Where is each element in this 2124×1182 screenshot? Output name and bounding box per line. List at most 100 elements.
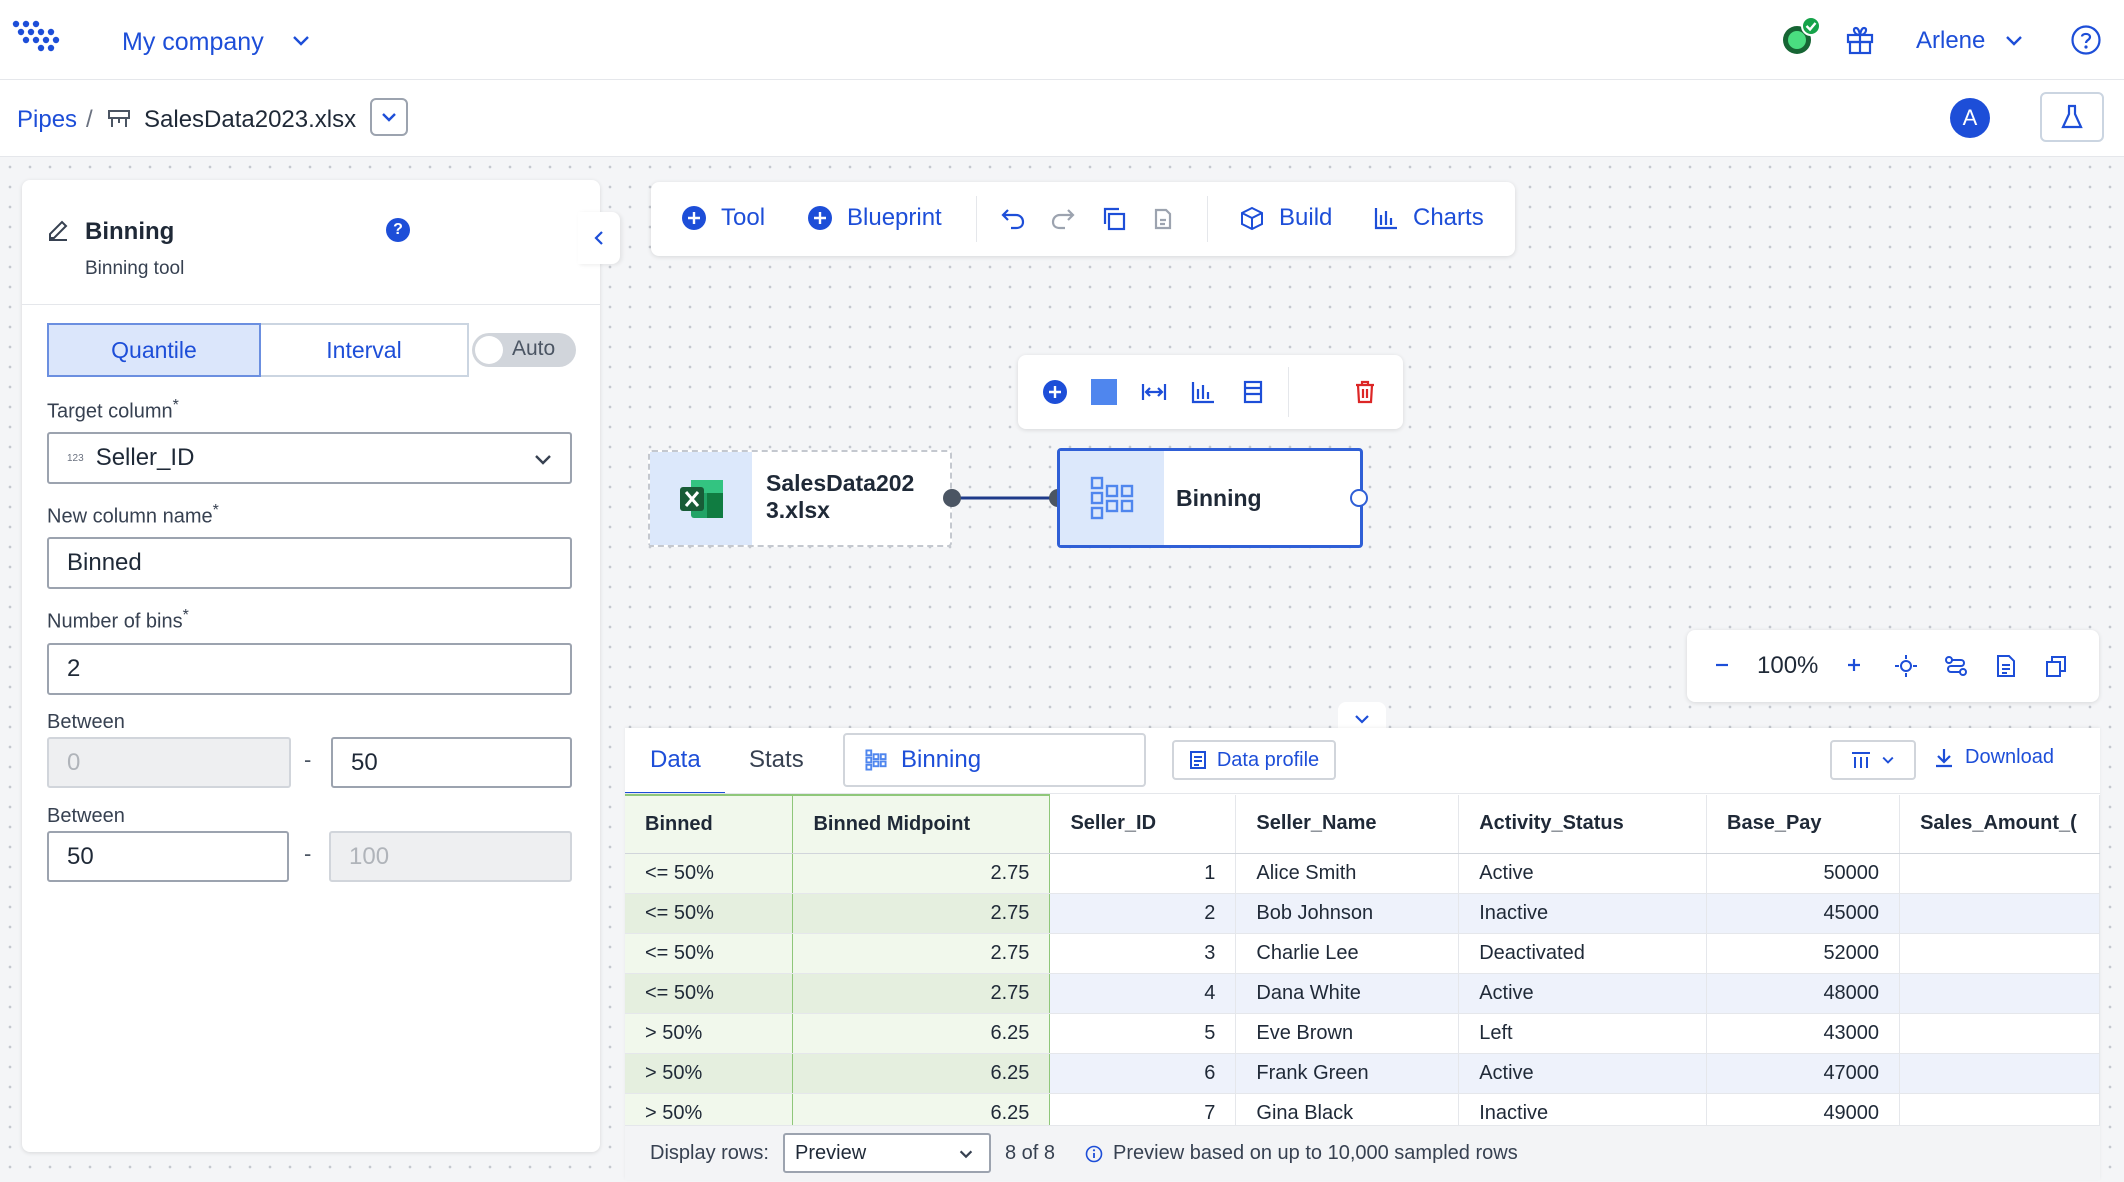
lab-button[interactable]	[2040, 92, 2104, 142]
auto-toggle[interactable]: Auto	[472, 333, 576, 367]
user-name[interactable]: Arlene	[1916, 27, 1985, 55]
paste-icon[interactable]	[1151, 206, 1177, 232]
target-column-select[interactable]: 123 Seller_ID	[47, 432, 572, 484]
table-cell: 2	[1049, 893, 1237, 934]
node-table-icon[interactable]	[1240, 379, 1266, 405]
flask-icon	[2061, 104, 2083, 129]
table-cell: 5	[1049, 1013, 1237, 1054]
file-menu-button[interactable]	[370, 98, 408, 136]
table-row: > 50% 6.25 7 Gina Black Inactive 49000	[625, 1093, 2100, 1125]
column-header[interactable]: Activity_Status	[1458, 795, 1708, 854]
source-node[interactable]: SalesData202 3.xlsx	[648, 450, 952, 547]
breadcrumb-file-name: SalesData2023.xlsx	[144, 106, 357, 133]
table-cell: 2.75	[792, 893, 1051, 934]
column-header[interactable]: Base_Pay	[1706, 795, 1901, 854]
breadcrumb-pipes-link[interactable]: Pipes	[17, 106, 77, 134]
zoom-out-icon[interactable]	[1711, 654, 1733, 676]
toolbar-divider	[1207, 196, 1208, 242]
auto-layout-icon[interactable]	[1943, 653, 1969, 679]
range-2-from-input[interactable]: 50	[47, 831, 289, 882]
company-name[interactable]: My company	[122, 28, 264, 57]
build-button[interactable]: Build	[1239, 204, 1332, 232]
table-cell: <= 50%	[625, 893, 794, 934]
download-button[interactable]: Download	[1933, 746, 2054, 769]
display-rows-select[interactable]: Preview	[783, 1133, 991, 1173]
step-name-field[interactable]: Binning	[843, 733, 1146, 787]
chevron-down-icon	[535, 455, 551, 465]
table-cell: 6	[1049, 1053, 1237, 1094]
info-icon	[1085, 1145, 1103, 1162]
data-profile-button[interactable]: Data profile	[1172, 740, 1336, 780]
table-cell: Inactive	[1458, 1093, 1708, 1125]
add-node-icon[interactable]	[1042, 379, 1068, 405]
zoom-level: 100%	[1757, 652, 1819, 679]
table-cell: 4	[1049, 973, 1237, 1014]
table-cell: Frank Green	[1235, 1053, 1460, 1094]
range-2-dash: -	[304, 841, 312, 866]
table-cell: Active	[1458, 853, 1708, 894]
document-icon[interactable]	[1993, 653, 2019, 679]
fit-view-icon[interactable]	[1893, 653, 1919, 679]
charts-button[interactable]: Charts	[1373, 204, 1484, 232]
table-cell: 7	[1049, 1093, 1237, 1125]
help-icon[interactable]	[2070, 24, 2102, 56]
table-cell: > 50%	[625, 1013, 794, 1054]
panel-divider	[22, 304, 600, 305]
edit-pencil-icon[interactable]	[46, 218, 70, 242]
redo-icon[interactable]	[1049, 206, 1077, 232]
binning-node[interactable]: Binning	[1057, 448, 1368, 548]
table-cell: <= 50%	[625, 853, 794, 894]
undo-icon[interactable]	[999, 206, 1027, 232]
column-header[interactable]: Seller_ID	[1049, 795, 1237, 854]
number-of-bins-input[interactable]: 2	[47, 643, 572, 695]
toolbar-divider	[976, 196, 977, 242]
new-column-name-input[interactable]: Binned	[47, 537, 572, 589]
column-options-dropdown[interactable]	[1830, 740, 1916, 780]
table-row: <= 50% 2.75 4 Dana White Active 48000	[625, 973, 2100, 1014]
table-cell: 6.25	[792, 1053, 1051, 1094]
column-header[interactable]: Binned	[625, 794, 794, 854]
copy-icon[interactable]	[1101, 206, 1127, 232]
table-cell: 6.25	[792, 1093, 1051, 1125]
column-header[interactable]: Sales_Amount_(	[1899, 795, 2100, 854]
panel-subtitle: Binning tool	[85, 258, 185, 279]
trash-icon[interactable]	[1352, 379, 1378, 405]
node-color-swatch[interactable]	[1091, 379, 1117, 405]
table-cell: 50000	[1706, 853, 1901, 894]
user-chevron-down-icon[interactable]	[2003, 30, 2025, 52]
connect-icon[interactable]	[1140, 379, 1168, 405]
table-row: > 50% 6.25 6 Frank Green Active 47000	[625, 1053, 2100, 1094]
table-cell: Dana White	[1235, 973, 1460, 1014]
tab-data[interactable]: Data	[650, 746, 701, 774]
add-blueprint-button[interactable]: Blueprint	[807, 204, 942, 232]
range-1-to-input[interactable]: 50	[331, 737, 572, 788]
number-type-icon: 123	[67, 452, 84, 464]
zoom-in-icon[interactable]	[1843, 654, 1865, 676]
duplicate-icon[interactable]	[2043, 653, 2069, 679]
app-logo-icon[interactable]	[12, 20, 62, 56]
column-header[interactable]: Binned Midpoint	[792, 794, 1051, 854]
table-row: <= 50% 2.75 3 Charlie Lee Deactivated 52…	[625, 933, 2100, 974]
company-chevron-down-icon[interactable]	[290, 30, 312, 52]
collapse-panel-button[interactable]	[578, 212, 620, 264]
avatar[interactable]: A	[1950, 98, 1990, 138]
help-circle-icon[interactable]: ?	[386, 218, 410, 242]
tab-stats[interactable]: Stats	[749, 746, 804, 774]
zoom-controls: 100%	[1687, 630, 2099, 702]
chevron-down-icon	[1882, 756, 1894, 764]
table-cell: Charlie Lee	[1235, 933, 1460, 974]
table-row: > 50% 6.25 5 Eve Brown Left 43000	[625, 1013, 2100, 1054]
table-cell: Inactive	[1458, 893, 1708, 934]
binning-node-label: Binning	[1176, 485, 1262, 511]
source-node-label: SalesData202 3.xlsx	[766, 470, 915, 523]
mode-quantile-button[interactable]: Quantile	[47, 323, 261, 377]
data-table-container[interactable]: Binned Binned Midpoint Seller_ID Seller_…	[625, 793, 2100, 1125]
add-tool-button[interactable]: Tool	[681, 204, 765, 232]
output-port[interactable]	[1350, 489, 1368, 507]
mode-interval-button[interactable]: Interval	[261, 323, 469, 377]
canvas-toolbar: Tool Blueprint Build Charts	[651, 182, 1515, 256]
status-online-icon[interactable]	[1778, 14, 1824, 60]
column-header[interactable]: Seller_Name	[1235, 795, 1460, 854]
gift-icon[interactable]	[1844, 24, 1876, 56]
node-chart-icon[interactable]	[1190, 379, 1216, 405]
